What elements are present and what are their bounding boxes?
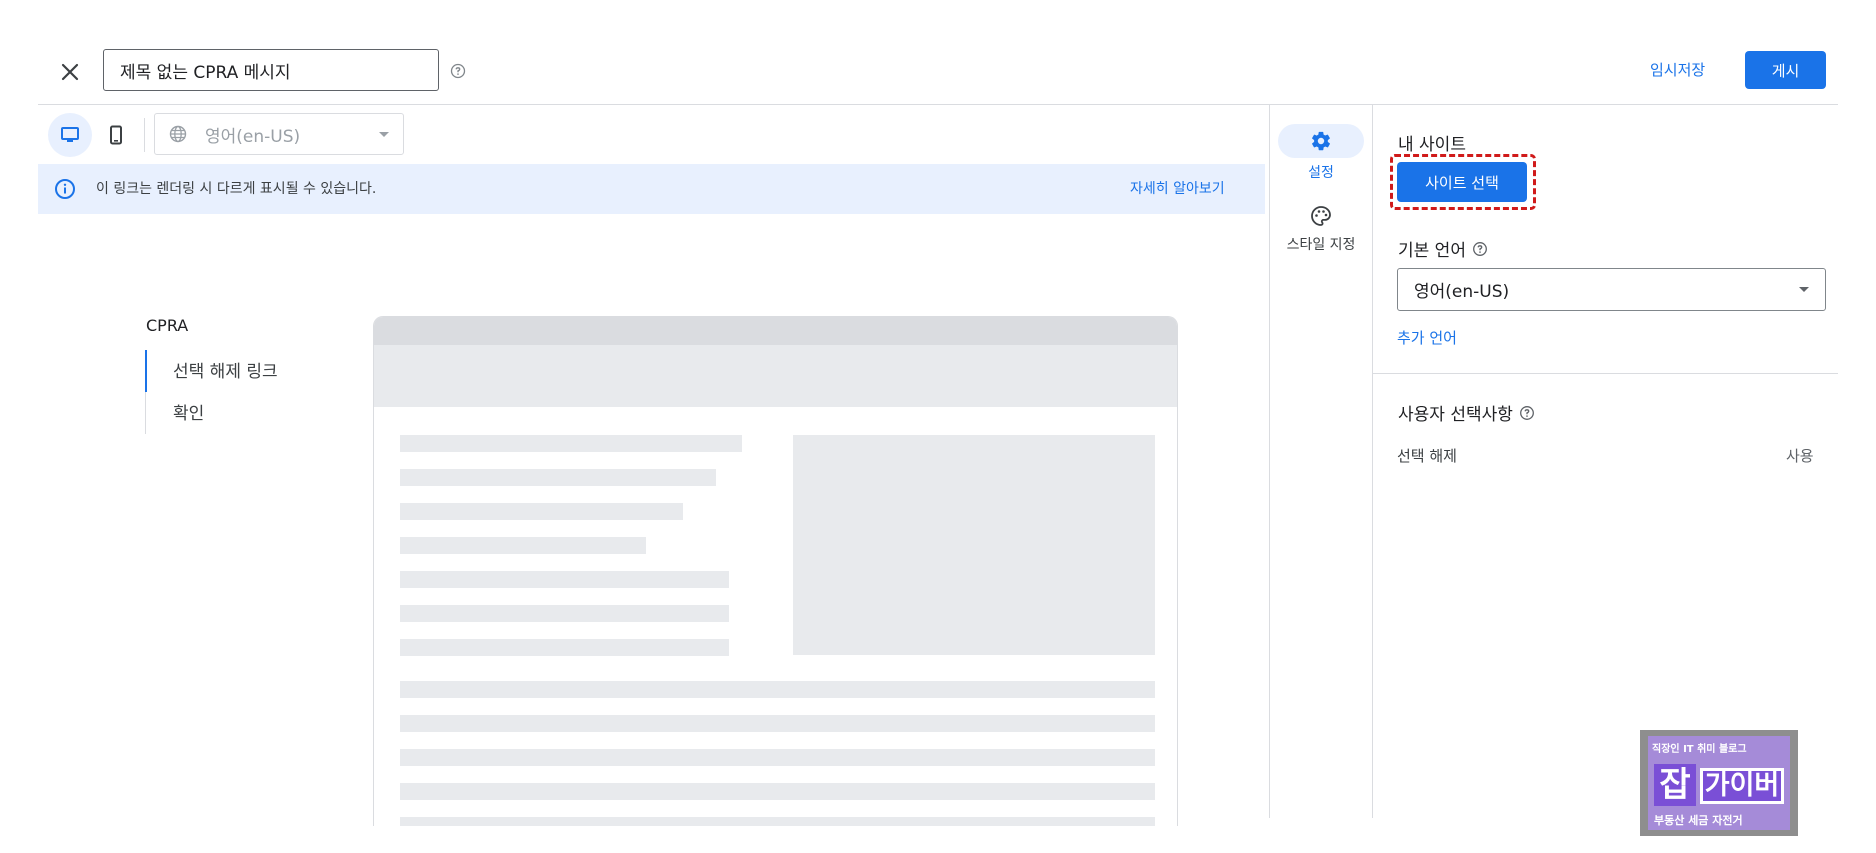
toolbar-divider bbox=[144, 118, 145, 152]
skeleton-line bbox=[400, 503, 683, 520]
nav-item-opt-out-link[interactable]: 선택 해제 링크 bbox=[173, 357, 278, 382]
gear-icon bbox=[1312, 131, 1330, 151]
opt-out-row-value: 사용 bbox=[1786, 447, 1814, 465]
logo-background: 직장인 IT 취미 블로그 잡 가이버 부동산 세금 자전거 bbox=[1648, 736, 1790, 830]
nav-item-confirm[interactable]: 확인 bbox=[173, 399, 204, 424]
watermark-logo: 직장인 IT 취미 블로그 잡 가이버 부동산 세금 자전거 bbox=[1640, 730, 1798, 836]
skeleton-line bbox=[400, 817, 1155, 826]
publish-button[interactable]: 게시 bbox=[1745, 51, 1826, 89]
skeleton-line bbox=[400, 537, 646, 554]
skeleton-line bbox=[400, 571, 729, 588]
help-icon[interactable] bbox=[1472, 241, 1488, 257]
message-title-input[interactable] bbox=[103, 49, 439, 91]
chevron-down-icon bbox=[379, 131, 389, 137]
default-language-value: 영어(en-US) bbox=[1414, 282, 1510, 302]
preview-panel-divider bbox=[1269, 105, 1270, 818]
skeleton-line bbox=[400, 435, 742, 452]
preview-browser-bar bbox=[374, 317, 1177, 345]
banner-text: 이 링크는 렌더링 시 다르게 표시될 수 있습니다. bbox=[96, 181, 377, 197]
select-site-button[interactable]: 사이트 선택 bbox=[1397, 162, 1527, 202]
logo-top-text: 직장인 IT 취미 블로그 bbox=[1652, 744, 1747, 755]
default-language-label: 기본 언어 bbox=[1398, 241, 1466, 261]
nav-section-title: CPRA bbox=[146, 316, 189, 335]
desktop-icon bbox=[61, 127, 79, 142]
mobile-preview-button[interactable] bbox=[100, 113, 132, 157]
close-icon bbox=[61, 63, 79, 81]
tab-styling[interactable]: 스타일 지정 bbox=[1278, 200, 1364, 260]
palette-icon bbox=[1311, 206, 1331, 226]
skeleton-line bbox=[400, 605, 729, 622]
default-language-heading: 기본 언어 bbox=[1398, 236, 1488, 261]
skeleton-line bbox=[400, 749, 1155, 766]
skeleton-line bbox=[400, 681, 1155, 698]
nav-active-indicator bbox=[145, 350, 147, 392]
skeleton-line bbox=[400, 783, 1155, 800]
close-button[interactable] bbox=[52, 54, 88, 90]
chevron-down-icon bbox=[1799, 287, 1809, 292]
preview-header-placeholder bbox=[374, 345, 1177, 407]
tab-settings[interactable]: 설정 bbox=[1278, 124, 1364, 190]
opt-out-row-label: 선택 해제 bbox=[1397, 447, 1457, 465]
message-preview bbox=[373, 316, 1178, 826]
mobile-icon bbox=[110, 125, 122, 145]
help-icon[interactable] bbox=[1519, 405, 1535, 421]
skeleton-line bbox=[400, 469, 716, 486]
logo-char: 잡 bbox=[1654, 764, 1696, 806]
tab-styling-label: 스타일 지정 bbox=[1286, 237, 1356, 253]
tab-settings-highlight bbox=[1278, 124, 1364, 158]
default-language-select[interactable]: 영어(en-US) bbox=[1397, 268, 1826, 311]
learn-more-link[interactable]: 자세히 알아보기 bbox=[1130, 178, 1225, 200]
skeleton-image bbox=[793, 435, 1155, 655]
nav-rail bbox=[145, 392, 146, 434]
add-language-link[interactable]: 추가 언어 bbox=[1397, 327, 1457, 348]
header-divider bbox=[38, 104, 1838, 105]
my-sites-label: 내 사이트 bbox=[1398, 135, 1466, 155]
preview-language-value: 영어(en-US) bbox=[205, 126, 301, 147]
user-choices-heading: 사용자 선택사항 bbox=[1398, 400, 1535, 425]
desktop-preview-button[interactable] bbox=[48, 113, 92, 157]
info-icon bbox=[55, 179, 75, 199]
skeleton-line bbox=[400, 715, 1155, 732]
user-choices-label: 사용자 선택사항 bbox=[1398, 405, 1513, 425]
globe-icon bbox=[169, 125, 187, 143]
tab-settings-label: 설정 bbox=[1308, 165, 1334, 181]
section-divider bbox=[1373, 373, 1838, 374]
logo-bottom-text: 부동산 세금 자전거 bbox=[1654, 814, 1743, 827]
help-icon[interactable] bbox=[450, 63, 466, 79]
logo-word: 가이버 bbox=[1700, 768, 1784, 804]
skeleton-line bbox=[400, 639, 729, 656]
tabs-panel-divider bbox=[1372, 105, 1373, 818]
save-draft-button[interactable]: 임시저장 bbox=[1640, 55, 1715, 85]
preview-language-select[interactable]: 영어(en-US) bbox=[154, 113, 404, 155]
